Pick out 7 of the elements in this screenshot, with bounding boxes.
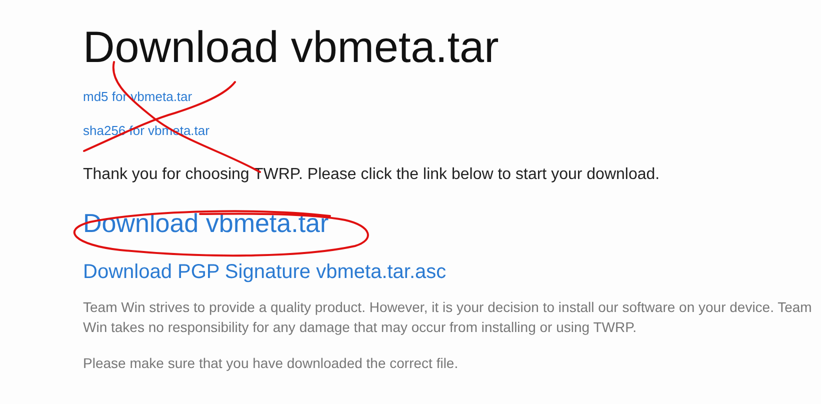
notice-text: Please make sure that you have downloaded the correct file. <box>83 354 458 373</box>
notice-text: Team Win strives to provide a quality product. However, it is your decision to install our software on your device. Team Win takes no responsibility for any damage that may occur from installing or using TWRP. <box>83 298 813 337</box>
thanks-message: Thank you for choosing TWRP. Please click the link below to start your download. <box>83 166 660 184</box>
page-title: Download vbmeta.tar <box>83 22 499 74</box>
checksum-link[interactable]: md5 for vbmeta.tar <box>83 89 192 105</box>
signature-link[interactable]: Download PGP Signature vbmeta.tar.asc <box>83 260 446 284</box>
download-link[interactable]: Download vbmeta.tar <box>83 208 329 238</box>
